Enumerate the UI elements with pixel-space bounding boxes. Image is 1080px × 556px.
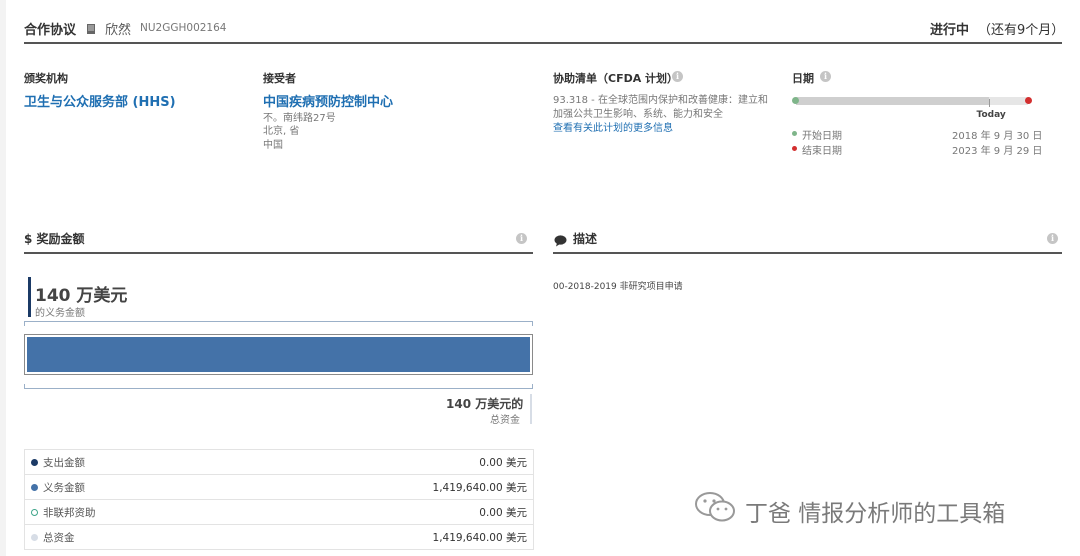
breakdown-row: 非联邦资助 0.00 美元 <box>24 500 534 525</box>
start-date-label: 开始日期 <box>802 131 842 142</box>
legend-dot <box>31 508 38 516</box>
recipient-address-line3: 中国 <box>263 140 283 151</box>
obligated-amount-value: 140 万美元 <box>35 286 128 306</box>
dates-label: 日期 <box>792 72 814 85</box>
obligated-marker <box>28 277 31 317</box>
timeline-end-dot <box>1025 97 1032 104</box>
breakdown-value: 1,419,640.00 美元 <box>432 481 527 494</box>
timeline-today-label: Today <box>976 110 1006 120</box>
award-amount-divider <box>24 252 533 254</box>
award-panel: 合作协议 欣然 NU2GGH002164 进行中 （还有9个月） 颁奖机构 卫生… <box>6 0 1080 556</box>
end-date-value: 2023 年 9 月 29 日 <box>952 146 1043 157</box>
award-amount-title: $ 奖励金额 <box>24 232 85 246</box>
breakdown-row: 义务金额 1,419,640.00 美元 <box>24 475 534 500</box>
recipient-address-line2: 北京, 省 <box>263 126 300 137</box>
timeline-today-marker <box>988 99 990 107</box>
start-date-legend-dot <box>792 131 797 136</box>
status-badge: 进行中 <box>930 23 970 38</box>
funding-agency-link[interactable]: 卫生与公众服务部 (HHS) <box>24 91 176 110</box>
cfda-label: 协助清单（CFDA 计划） <box>553 72 679 85</box>
start-date-value: 2018 年 9 月 30 日 <box>952 131 1043 142</box>
timeline-track <box>796 97 1028 105</box>
breakdown-label: 非联邦资助 <box>43 506 96 519</box>
funding-agency-label: 颁奖机构 <box>24 72 68 85</box>
obligated-amount-bar <box>27 337 530 372</box>
timeline-start-dot <box>792 97 799 104</box>
description-info-icon[interactable]: i <box>1047 233 1058 244</box>
cfda-description-line1: 93.318 - 在全球范围内保护和改善健康：建立和 <box>553 95 768 106</box>
header-divider <box>24 42 1062 44</box>
award-id: NU2GGH002164 <box>140 22 227 34</box>
breakdown-label: 义务金额 <box>43 481 85 494</box>
breakdown-label: 支出金额 <box>43 456 85 469</box>
breakdown-row: 支出金额 0.00 美元 <box>24 450 534 475</box>
speech-bubble-icon <box>554 232 567 247</box>
legend-dot <box>31 533 38 541</box>
dates-info-icon[interactable]: i <box>820 71 831 82</box>
description-title: 描述 <box>573 232 598 246</box>
total-marker <box>530 394 532 424</box>
description-text: 00-2018-2019 非研究项目申请 <box>553 282 683 292</box>
book-icon <box>86 20 97 34</box>
wechat-icon <box>694 491 738 525</box>
cfda-more-info-link[interactable]: 查看有关此计划的更多信息 <box>553 119 673 134</box>
legend-dot <box>31 458 38 466</box>
end-date-legend-dot <box>792 146 797 151</box>
total-bracket <box>24 384 533 389</box>
watermark-text: 丁爸 情报分析师的工具箱 <box>745 501 1006 527</box>
cfda-info-icon[interactable]: i <box>672 71 683 82</box>
breakdown-row: 总资金 1,419,640.00 美元 <box>24 525 534 550</box>
description-divider <box>553 252 1062 254</box>
recipient-link[interactable]: 中国疾病预防控制中心 <box>263 91 393 110</box>
cfda-description-line2: 加强公共卫生影响、系统、能力和安全 <box>553 109 723 120</box>
total-funding-label: 总资金 <box>490 415 520 426</box>
recipient-label: 接受者 <box>263 72 296 85</box>
end-date-label: 结束日期 <box>802 146 842 157</box>
recipient-short-name: 欣然 <box>105 23 132 38</box>
breakdown-label: 总资金 <box>43 531 75 544</box>
breakdown-value: 0.00 美元 <box>479 456 527 469</box>
amount-bar-frame <box>24 334 533 375</box>
legend-dot <box>31 483 38 491</box>
obligated-amount-label: 的义务金额 <box>35 308 85 319</box>
obligated-bracket <box>24 321 533 326</box>
award-amount-info-icon[interactable]: i <box>516 233 527 244</box>
remaining-time: （还有9个月） <box>978 23 1065 38</box>
breakdown-value: 1,419,640.00 美元 <box>432 531 527 544</box>
timeline-elapsed <box>796 97 989 105</box>
award-type-title: 合作协议 <box>24 23 77 38</box>
breakdown-value: 0.00 美元 <box>479 506 527 519</box>
total-funding-value: 140 万美元的 <box>446 397 524 411</box>
